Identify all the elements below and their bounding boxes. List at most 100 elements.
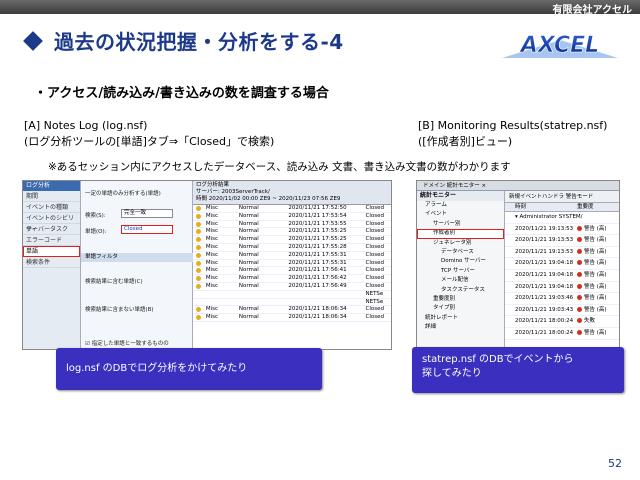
tree-item[interactable]: データベース bbox=[417, 248, 504, 257]
log-row[interactable]: Misc Normal 2020/11/21 17:55:25 Closed bbox=[193, 228, 391, 237]
log-row[interactable]: Misc Normal 2020/11/21 17:56:49 Closed bbox=[193, 282, 391, 291]
log-cell-type: Misc bbox=[205, 251, 219, 258]
word-filter-band: 単語フィルタ bbox=[81, 253, 193, 262]
log-row-icon bbox=[193, 228, 206, 235]
log-cell-text: Closed bbox=[365, 228, 384, 235]
tree-item[interactable]: Domino サーバー bbox=[417, 257, 504, 266]
nav-item[interactable]: サーバータスク bbox=[23, 224, 80, 235]
log-row[interactable]: NETSe bbox=[193, 298, 391, 307]
log-row-icon bbox=[193, 275, 206, 282]
event-row[interactable]: 2020/11/21 19:13:53 警告 (高) bbox=[505, 235, 619, 247]
event-row[interactable]: 2020/11/21 19:03:46 警告 (高) bbox=[505, 293, 619, 305]
event-row[interactable]: 2020/11/21 19:04:18 警告 (高) bbox=[505, 282, 619, 294]
event-cell-severity: 警告 (高) bbox=[577, 305, 619, 316]
tree-item[interactable]: アラーム bbox=[417, 201, 504, 210]
log-row[interactable]: Misc Normal 2020/11/21 17:53:55 Closed bbox=[193, 221, 391, 229]
tree-item[interactable]: 詳細 bbox=[417, 323, 504, 332]
log-results-grid: ログ分析結果 サーバー: 2003ServerTrack/ 時間 2020/11… bbox=[193, 181, 391, 349]
section-a-label: [A] Notes Log (log.nsf) (ログ分析ツールの[単語]タブ⇒… bbox=[24, 118, 274, 150]
severity-text: 警告 (高) bbox=[584, 306, 607, 313]
tree-item[interactable]: 統計レポート bbox=[417, 314, 504, 323]
search-mode-select[interactable]: 完全一致 bbox=[121, 209, 173, 218]
log-row[interactable]: Misc Normal 2020/11/21 17:52:50 Closed bbox=[193, 205, 391, 213]
severity-icon bbox=[577, 306, 582, 312]
event-row[interactable]: 2020/11/21 19:03:43 警告 (高) bbox=[505, 305, 619, 317]
tree-item[interactable]: 作成者別 bbox=[417, 229, 504, 239]
nav-item[interactable]: イベントの種類 bbox=[23, 202, 80, 213]
log-row-icon bbox=[193, 260, 206, 267]
log-row[interactable]: Misc Normal 2020/11/21 18:06:34 Closed bbox=[193, 314, 391, 322]
event-row[interactable]: 2020/11/21 19:04:18 警告 (高) bbox=[505, 270, 619, 282]
tree-item[interactable]: サーバー別 bbox=[417, 220, 504, 229]
tab-bar[interactable]: ドメイン 統計モニター × bbox=[417, 181, 619, 191]
log-cell-text: Closed bbox=[365, 314, 384, 321]
severity-text: 警告 (高) bbox=[584, 248, 607, 255]
tree-item[interactable]: メール配信 bbox=[417, 276, 504, 285]
log-cell-text: NETSe bbox=[365, 290, 384, 297]
log-row-icon bbox=[193, 252, 206, 259]
tree-item[interactable]: TCP サーバー bbox=[417, 267, 504, 276]
event-toolbar[interactable]: 新規イベントハンドラ 警告モード bbox=[505, 191, 619, 203]
event-cell-time: 2020/11/21 19:13:53 bbox=[515, 225, 574, 232]
log-cell-time: 2020/11/21 17:52:50 bbox=[288, 205, 347, 211]
severity-icon bbox=[577, 318, 582, 324]
event-cell-severity: 警告 (高) bbox=[577, 293, 619, 304]
log-cell-level: Normal bbox=[238, 259, 259, 266]
nav-item[interactable]: 期間 bbox=[23, 191, 80, 202]
event-row[interactable]: 2020/11/21 18:00:24 警告 (高) bbox=[505, 328, 619, 340]
match-words-checkbox[interactable]: ☑ 指定した単語と一致するものの bbox=[85, 339, 169, 347]
log-cell-text: NETSe bbox=[365, 298, 384, 305]
log-row-icon bbox=[193, 213, 206, 220]
tree-item[interactable]: 重要度別 bbox=[417, 295, 504, 304]
callout-statrep-line1: statrep.nsf のDBでイベントから bbox=[422, 354, 574, 365]
nav-item[interactable]: 検索条件 bbox=[23, 257, 80, 268]
severity-text: 警告 (高) bbox=[584, 237, 607, 244]
severity-icon bbox=[577, 260, 582, 266]
log-row-icon bbox=[193, 299, 206, 306]
log-row[interactable]: Misc Normal 2020/11/21 17:53:54 Closed bbox=[193, 213, 391, 221]
event-row[interactable]: 2020/11/21 19:04:18 警告 (高) bbox=[505, 258, 619, 270]
event-row[interactable]: 2020/11/21 18:00:24 失敗 bbox=[505, 316, 619, 328]
log-row[interactable]: Misc Normal 2020/11/21 17:56:41 Closed bbox=[193, 267, 391, 276]
log-analysis-screenshot: ログ分析 期間 イベントの種類 イベントのシビリティ サーバータスク エラーコード 単語検… bbox=[22, 180, 392, 350]
slide-subtitle: ・アクセス/読み込み/書き込みの数を調査する場合 bbox=[34, 86, 329, 101]
log-cell-time: 2020/11/21 18:06:34 bbox=[288, 306, 347, 313]
company-name: 有限会社アクセル bbox=[552, 5, 633, 16]
column-time[interactable]: 時刻 bbox=[505, 203, 577, 211]
log-row[interactable]: NETSe bbox=[193, 290, 391, 299]
severity-text: 警告 (高) bbox=[584, 271, 607, 278]
severity-icon bbox=[577, 248, 582, 254]
log-row[interactable]: Misc Normal 2020/11/21 17:55:31 Closed bbox=[193, 251, 391, 260]
event-cell-severity: 警告 (高) bbox=[577, 282, 619, 293]
log-cell-level: Normal bbox=[238, 282, 259, 289]
log-cell-time: 2020/11/21 17:55:28 bbox=[288, 243, 347, 250]
event-row[interactable]: 2020/11/21 19:13:53 警告 (高) bbox=[505, 247, 619, 259]
log-row[interactable]: Misc Normal 2020/11/21 17:55:31 Closed bbox=[193, 259, 391, 268]
word-input[interactable]: Closed bbox=[121, 225, 173, 234]
log-cell-time: 2020/11/21 17:55:31 bbox=[288, 259, 347, 266]
severity-icon bbox=[577, 237, 582, 243]
event-row[interactable]: 2020/11/21 19:13:53 警告 (高) bbox=[505, 224, 619, 236]
nav-item[interactable]: 単語 bbox=[23, 246, 80, 257]
log-row[interactable]: Misc Normal 2020/11/21 17:55:28 Closed bbox=[193, 243, 391, 252]
log-row[interactable]: Misc Normal 2020/11/21 18:06:34 Closed bbox=[193, 306, 391, 315]
nav-item[interactable]: エラーコード bbox=[23, 235, 80, 246]
event-cell-time: 2020/11/21 19:13:53 bbox=[515, 248, 574, 255]
event-cell-severity: 警告 (高) bbox=[577, 224, 619, 235]
title-row: 過去の状況把握・分析をする-4 bbox=[23, 26, 344, 55]
event-row[interactable]: ▾ Administrator SYSTEM/ bbox=[505, 212, 619, 224]
tree-item[interactable]: イベント bbox=[417, 210, 504, 219]
nav-item[interactable]: イベントのシビリティ bbox=[23, 213, 80, 233]
log-row-icon bbox=[193, 314, 206, 321]
severity-text: 警告 (高) bbox=[584, 260, 607, 267]
log-row[interactable]: Misc Normal 2020/11/21 17:56:42 Closed bbox=[193, 275, 391, 283]
tree-item[interactable]: タイプ別 bbox=[417, 304, 504, 313]
tree-item[interactable]: タスクステータス bbox=[417, 286, 504, 295]
word-label: 単語(O): bbox=[85, 229, 107, 235]
search-mode-label: 検索(S): bbox=[85, 213, 106, 219]
log-row[interactable]: Misc Normal 2020/11/21 17:55:25 Closed bbox=[193, 236, 391, 244]
column-severity[interactable]: 重要度 bbox=[577, 203, 619, 211]
event-cell-severity: 警告 (高) bbox=[577, 270, 619, 281]
tree-item[interactable]: ジェネレータ別 bbox=[417, 239, 504, 248]
event-cell-time: 2020/11/21 19:04:18 bbox=[515, 283, 574, 290]
